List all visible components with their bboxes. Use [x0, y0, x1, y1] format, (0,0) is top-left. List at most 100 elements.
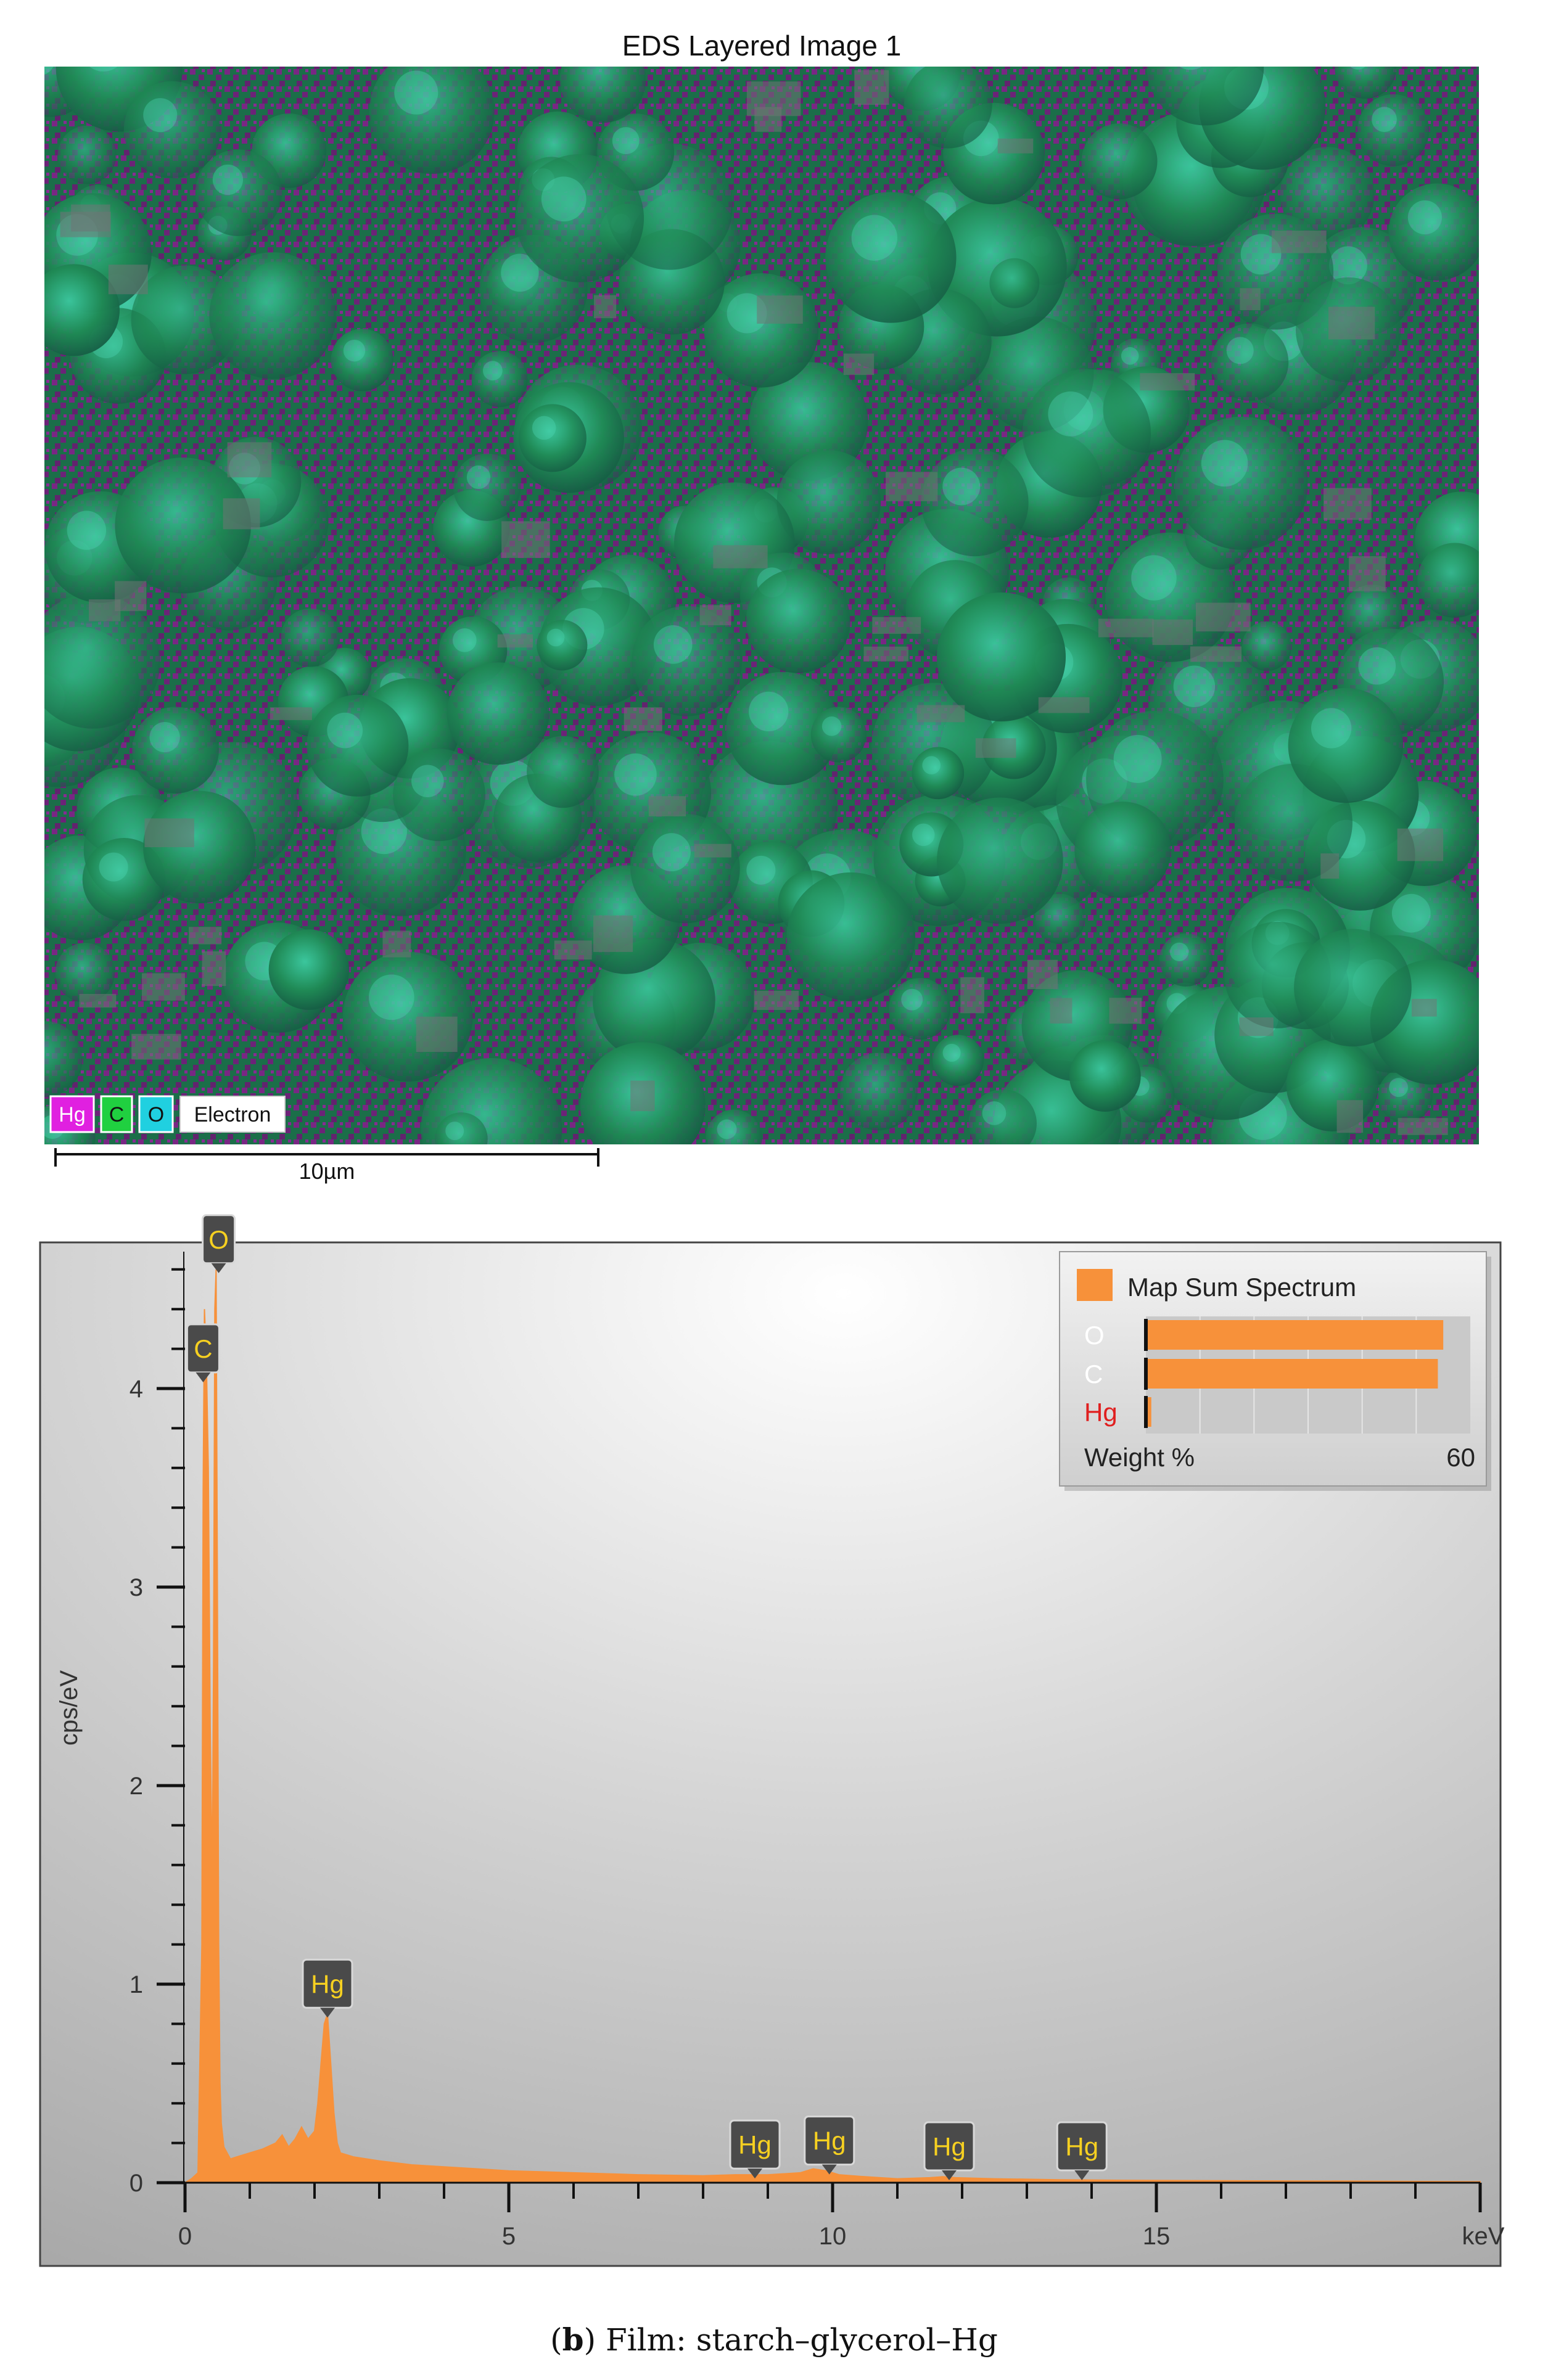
particle-blob [810, 707, 867, 763]
layer-electron-label: Electron [194, 1103, 271, 1126]
layer-c-label: C [109, 1103, 125, 1126]
particle-blob [746, 568, 850, 673]
particle-highlight [652, 833, 691, 872]
particle-highlight [532, 416, 556, 440]
layer-hg-label: Hg [59, 1103, 85, 1126]
eds-map-image [44, 67, 1479, 1144]
particle-highlight [212, 164, 244, 195]
legend-weight-bar [1146, 1359, 1438, 1389]
particle-highlight [343, 339, 366, 362]
particle-blob [904, 67, 992, 149]
particle-highlight [1169, 942, 1189, 961]
particle-blob [912, 747, 965, 800]
particle-blob [393, 749, 485, 842]
particle-blob [1335, 67, 1396, 99]
particle-highlight [1201, 440, 1248, 487]
electron-patch [886, 472, 938, 501]
peak-label-text: Hg [813, 2127, 846, 2156]
particle-blob [1174, 416, 1308, 550]
scale-bar: 10µm [54, 1148, 599, 1184]
electron-patch [188, 927, 222, 945]
y-tick-label: 3 [130, 1574, 143, 1601]
particle-highlight [614, 753, 657, 796]
layer-legend: Hg C O Electron [49, 1095, 286, 1133]
particle-blob [1211, 323, 1289, 401]
particle-highlight [821, 716, 842, 736]
particle-blob [1159, 933, 1213, 987]
electron-patch [1152, 619, 1193, 646]
particle-blob [435, 1112, 488, 1144]
x-tick-label: 15 [1143, 2223, 1171, 2250]
caption-letter: b [562, 2321, 584, 2358]
particle-blob [55, 943, 115, 1003]
electron-patch [1027, 959, 1058, 990]
particle-blob [209, 252, 336, 379]
x-tick-label: 0 [178, 2223, 192, 2250]
peak-label-text: O [208, 1225, 229, 1254]
particle-highlight [912, 823, 935, 847]
electron-patch [754, 107, 782, 132]
electron-patch [593, 915, 633, 952]
electron-patch [1196, 602, 1251, 632]
particle-blob [453, 453, 521, 521]
particle-highlight [717, 1119, 737, 1139]
electron-patch [501, 521, 550, 558]
electron-patch [694, 843, 731, 858]
electron-patch [1349, 556, 1386, 591]
particle-highlight [452, 628, 477, 652]
electron-patch [1109, 998, 1142, 1024]
particle-blob [786, 872, 916, 1001]
particle-blob [471, 351, 528, 408]
peak-label-text: Hg [738, 2130, 772, 2159]
electron-patch [60, 211, 111, 237]
particle-highlight [851, 215, 897, 261]
peak-label-text: Hg [1065, 2132, 1098, 2161]
particle-blob [889, 978, 951, 1040]
electron-patch [416, 1016, 458, 1053]
electron-patch [131, 1033, 181, 1060]
electron-patch [227, 442, 272, 478]
x-tick-label: 5 [502, 2223, 516, 2250]
particle-blob [1022, 369, 1151, 498]
x-tick-label: 10 [819, 2223, 847, 2250]
figure-caption: (b) Film: starch–glycerol–Hg [550, 2321, 998, 2358]
electron-patch [843, 353, 875, 375]
electron-patch [624, 707, 662, 731]
y-tick-label: 1 [130, 1971, 143, 1998]
particle-highlight [1358, 647, 1396, 685]
electron-patch [1038, 697, 1090, 713]
electron-patch [1271, 231, 1327, 253]
legend-axis-label: Weight % [1084, 1443, 1195, 1472]
electron-patch [202, 951, 226, 987]
particle-blob [968, 1089, 1037, 1144]
peak-label-text: Hg [311, 1969, 344, 1998]
particle-blob [1357, 94, 1430, 166]
particle-blob [123, 81, 221, 178]
x-axis-label: keV [1462, 2223, 1505, 2250]
electron-patch [1398, 1118, 1448, 1135]
particle-blob [331, 329, 393, 392]
electron-patch [1328, 306, 1375, 340]
electron-patch [1320, 853, 1340, 879]
particle-blob [1288, 687, 1404, 803]
particle-highlight [653, 625, 693, 664]
electron-patch [1324, 488, 1372, 520]
electron-patch [699, 605, 731, 626]
electron-patch [79, 993, 117, 1008]
particle-blob [1294, 929, 1412, 1047]
particle-highlight [67, 511, 107, 550]
particle-blob [44, 264, 120, 356]
electron-patch [1050, 998, 1072, 1024]
legend-series-name: Map Sum Spectrum [1127, 1273, 1356, 1302]
particle-blob [516, 154, 644, 282]
particle-highlight [368, 974, 414, 1020]
particle-highlight [1121, 347, 1139, 365]
particle-highlight [44, 67, 54, 75]
particle-highlight [327, 712, 363, 749]
particle-highlight [746, 855, 776, 885]
particle-highlight [982, 1101, 1007, 1125]
electron-patch [872, 617, 921, 634]
electron-patch [854, 70, 889, 105]
particle-highlight [149, 721, 180, 753]
particle-highlight [1350, 67, 1365, 70]
